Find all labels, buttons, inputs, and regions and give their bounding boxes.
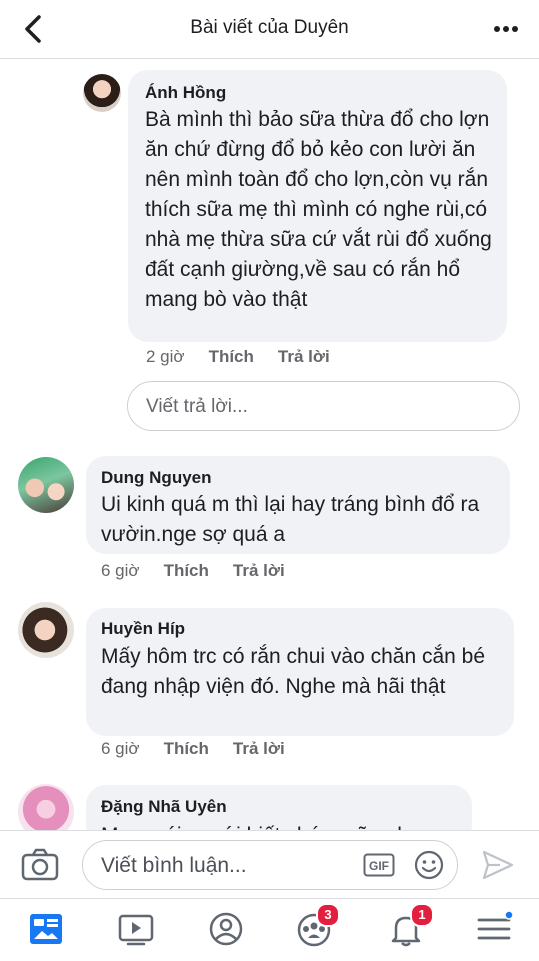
comment-text: Ui kinh quá m thì lại hay tráng bình đổ …: [101, 493, 480, 546]
comment-author[interactable]: Ánh Hồng: [145, 83, 226, 103]
menu-icon[interactable]: [472, 909, 516, 949]
gif-icon[interactable]: GIF: [363, 853, 395, 877]
comment-actions: 6 giờ Thích Trả lời: [101, 561, 285, 581]
reply-placeholder: Viết trả lời...: [146, 396, 248, 417]
comment-bubble: Huyền Híp Mấy hôm trc có rắn chui vào ch…: [86, 608, 514, 736]
svg-text:GIF: GIF: [369, 859, 389, 873]
comment-author[interactable]: Dung Nguyen: [101, 468, 212, 488]
comment-author[interactable]: Đặng Nhã Uyên: [101, 797, 227, 817]
news-feed-icon[interactable]: [24, 909, 68, 949]
comment-text: Mấy hôm trc có rắn chui vào chăn cắn bé …: [101, 645, 486, 698]
comment-time: 6 giờ: [101, 739, 140, 758]
like-button[interactable]: Thích: [164, 561, 209, 581]
comment-actions: 6 giờ Thích Trả lời: [101, 739, 285, 759]
camera-icon[interactable]: [20, 847, 60, 883]
more-options-icon[interactable]: [491, 16, 521, 42]
comment-placeholder: Viết bình luận...: [101, 854, 247, 877]
reply-button[interactable]: Trả lời: [233, 739, 285, 759]
avatar[interactable]: [83, 74, 121, 112]
comment-text: Bà mình thì bảo sữa thừa đổ cho lợn ăn c…: [145, 108, 492, 311]
comment-composer: Viết bình luận... GIF: [0, 830, 539, 899]
comment-bubble: Dung Nguyen Ui kinh quá m thì lại hay tr…: [86, 456, 510, 554]
profile-icon[interactable]: [204, 909, 248, 949]
avatar[interactable]: [18, 602, 74, 658]
like-button[interactable]: Thích: [209, 347, 254, 367]
send-icon[interactable]: [480, 848, 516, 882]
comment-bubble: Ánh Hồng Bà mình thì bảo sữa thừa đổ cho…: [128, 70, 507, 342]
avatar[interactable]: [18, 457, 74, 513]
comment-input[interactable]: Viết bình luận... GIF: [82, 840, 458, 890]
bottom-nav: 3 1: [0, 898, 539, 961]
comment-time: 2 giờ: [146, 347, 185, 366]
page-title: Bài viết của Duyên: [190, 17, 349, 38]
comment-time: 6 giờ: [101, 561, 140, 580]
comment-actions: 2 giờ Thích Trả lời: [146, 347, 330, 367]
reply-input[interactable]: Viết trả lời...: [127, 381, 520, 431]
reply-button[interactable]: Trả lời: [278, 347, 330, 367]
groups-badge: 3: [316, 903, 340, 927]
notifications-badge: 1: [410, 903, 434, 927]
reply-button[interactable]: Trả lời: [233, 561, 285, 581]
watch-video-icon[interactable]: [114, 909, 158, 949]
emoji-icon[interactable]: [413, 849, 445, 881]
top-bar: Bài viết của Duyên: [0, 0, 539, 59]
comment-author[interactable]: Huyền Híp: [101, 619, 185, 639]
like-button[interactable]: Thích: [164, 739, 209, 759]
